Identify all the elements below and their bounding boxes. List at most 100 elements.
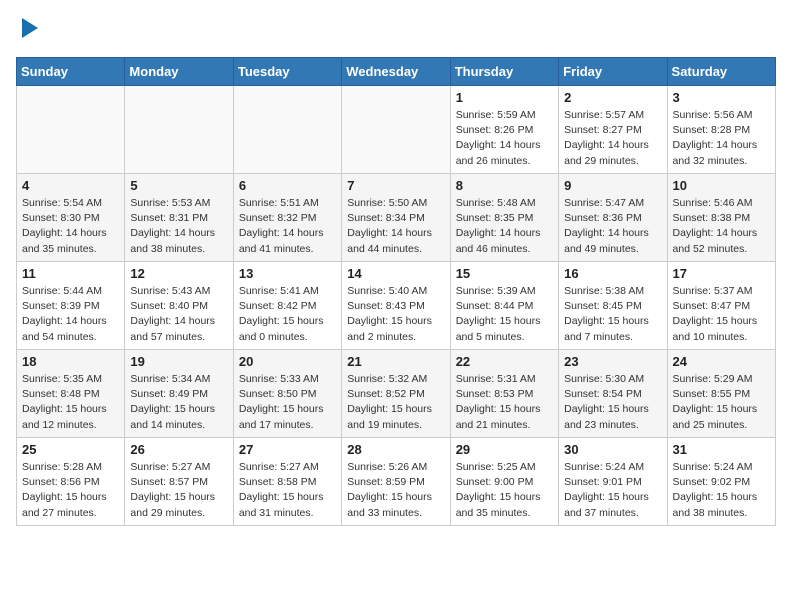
day-info: Sunrise: 5:43 AM Sunset: 8:40 PM Dayligh…: [130, 284, 227, 345]
calendar-table: SundayMondayTuesdayWednesdayThursdayFrid…: [16, 57, 776, 526]
day-cell: 4Sunrise: 5:54 AM Sunset: 8:30 PM Daylig…: [17, 174, 125, 262]
day-cell: 10Sunrise: 5:46 AM Sunset: 8:38 PM Dayli…: [667, 174, 775, 262]
day-cell: [233, 86, 341, 174]
day-number: 5: [130, 178, 227, 193]
day-number: 18: [22, 354, 119, 369]
day-cell: 17 Sunrise: 5:37 AM Sunset: 8:47 PM Dayli…: [667, 262, 775, 350]
day-cell: [125, 86, 233, 174]
day-info: Sunrise: 5:51 AM Sunset: 8:32 PM Dayligh…: [239, 196, 336, 257]
day-cell: 19 Sunrise: 5:34 AM Sunset: 8:49 PM Dayli…: [125, 350, 233, 438]
day-number: 6: [239, 178, 336, 193]
day-cell: 7 Sunrise: 5:50 AM Sunset: 8:34 PM Daylig…: [342, 174, 450, 262]
day-number: 11: [22, 266, 119, 281]
day-info: Sunrise: 5:30 AM Sunset: 8:54 PM Dayligh…: [564, 372, 661, 433]
day-info: Sunrise: 5:27 AM Sunset: 8:58 PM Dayligh…: [239, 460, 336, 521]
week-row-3: 11 Sunrise: 5:44 AM Sunset: 8:39 PM Dayli…: [17, 262, 776, 350]
day-number: 9: [564, 178, 661, 193]
day-info: Sunrise: 5:44 AM Sunset: 8:39 PM Dayligh…: [22, 284, 119, 345]
day-number: 1: [456, 90, 553, 105]
day-cell: 21 Sunrise: 5:32 AM Sunset: 8:52 PM Dayli…: [342, 350, 450, 438]
day-info: Sunrise: 5:38 AM Sunset: 8:45 PM Dayligh…: [564, 284, 661, 345]
day-cell: 26 Sunrise: 5:27 AM Sunset: 8:57 PM Dayli…: [125, 438, 233, 526]
day-info: Sunrise: 5:25 AM Sunset: 9:00 PM Dayligh…: [456, 460, 553, 521]
day-cell: 3 Sunrise: 5:56 AM Sunset: 8:28 PM Daylig…: [667, 86, 775, 174]
logo: [16, 16, 42, 45]
day-info: Sunrise: 5:24 AM Sunset: 9:02 PM Dayligh…: [673, 460, 770, 521]
day-info: Sunrise: 5:53 AM Sunset: 8:31 PM Dayligh…: [130, 196, 227, 257]
day-cell: 25 Sunrise: 5:28 AM Sunset: 8:56 PM Dayli…: [17, 438, 125, 526]
day-info: Sunrise: 5:28 AM Sunset: 8:56 PM Dayligh…: [22, 460, 119, 521]
day-info: Sunrise: 5:33 AM Sunset: 8:50 PM Dayligh…: [239, 372, 336, 433]
day-number: 29: [456, 442, 553, 457]
day-info: Sunrise: 5:56 AM Sunset: 8:28 PM Dayligh…: [673, 108, 770, 169]
day-info: Sunrise: 5:50 AM Sunset: 8:34 PM Dayligh…: [347, 196, 444, 257]
day-number: 7: [347, 178, 444, 193]
page-header: [16, 16, 776, 45]
day-info: Sunrise: 5:29 AM Sunset: 8:55 PM Dayligh…: [673, 372, 770, 433]
day-cell: 28Sunrise: 5:26 AM Sunset: 8:59 PM Dayli…: [342, 438, 450, 526]
day-cell: [17, 86, 125, 174]
day-cell: 27 Sunrise: 5:27 AM Sunset: 8:58 PM Dayli…: [233, 438, 341, 526]
day-number: 23: [564, 354, 661, 369]
day-number: 27: [239, 442, 336, 457]
day-cell: 11 Sunrise: 5:44 AM Sunset: 8:39 PM Dayli…: [17, 262, 125, 350]
day-number: 16: [564, 266, 661, 281]
day-number: 25: [22, 442, 119, 457]
day-header-monday: Monday: [125, 58, 233, 86]
logo-flag-icon: [18, 16, 42, 40]
day-cell: 6 Sunrise: 5:51 AM Sunset: 8:32 PM Daylig…: [233, 174, 341, 262]
day-info: Sunrise: 5:59 AM Sunset: 8:26 PM Dayligh…: [456, 108, 553, 169]
day-info: Sunrise: 5:35 AM Sunset: 8:48 PM Dayligh…: [22, 372, 119, 433]
day-number: 31: [673, 442, 770, 457]
day-cell: 24 Sunrise: 5:29 AM Sunset: 8:55 PM Dayli…: [667, 350, 775, 438]
day-header-friday: Friday: [559, 58, 667, 86]
day-number: 30: [564, 442, 661, 457]
week-row-4: 18 Sunrise: 5:35 AM Sunset: 8:48 PM Dayli…: [17, 350, 776, 438]
day-info: Sunrise: 5:46 AM Sunset: 8:38 PM Dayligh…: [673, 196, 770, 257]
day-info: Sunrise: 5:31 AM Sunset: 8:53 PM Dayligh…: [456, 372, 553, 433]
day-number: 21: [347, 354, 444, 369]
day-number: 14: [347, 266, 444, 281]
day-number: 8: [456, 178, 553, 193]
day-number: 24: [673, 354, 770, 369]
day-cell: 31 Sunrise: 5:24 AM Sunset: 9:02 PM Dayli…: [667, 438, 775, 526]
day-cell: 5 Sunrise: 5:53 AM Sunset: 8:31 PM Daylig…: [125, 174, 233, 262]
day-cell: 2Sunrise: 5:57 AM Sunset: 8:27 PM Daylig…: [559, 86, 667, 174]
day-number: 20: [239, 354, 336, 369]
day-header-wednesday: Wednesday: [342, 58, 450, 86]
day-info: Sunrise: 5:47 AM Sunset: 8:36 PM Dayligh…: [564, 196, 661, 257]
day-info: Sunrise: 5:26 AM Sunset: 8:59 PM Dayligh…: [347, 460, 444, 521]
day-cell: 14 Sunrise: 5:40 AM Sunset: 8:43 PM Dayli…: [342, 262, 450, 350]
day-info: Sunrise: 5:37 AM Sunset: 8:47 PM Dayligh…: [673, 284, 770, 345]
week-row-5: 25 Sunrise: 5:28 AM Sunset: 8:56 PM Dayli…: [17, 438, 776, 526]
day-cell: 20 Sunrise: 5:33 AM Sunset: 8:50 PM Dayli…: [233, 350, 341, 438]
day-info: Sunrise: 5:24 AM Sunset: 9:01 PM Dayligh…: [564, 460, 661, 521]
day-number: 26: [130, 442, 227, 457]
day-number: 17: [673, 266, 770, 281]
day-cell: 1 Sunrise: 5:59 AM Sunset: 8:26 PM Daylig…: [450, 86, 558, 174]
day-header-thursday: Thursday: [450, 58, 558, 86]
day-info: Sunrise: 5:48 AM Sunset: 8:35 PM Dayligh…: [456, 196, 553, 257]
week-row-2: 4Sunrise: 5:54 AM Sunset: 8:30 PM Daylig…: [17, 174, 776, 262]
day-cell: [342, 86, 450, 174]
day-cell: 15Sunrise: 5:39 AM Sunset: 8:44 PM Dayli…: [450, 262, 558, 350]
day-info: Sunrise: 5:40 AM Sunset: 8:43 PM Dayligh…: [347, 284, 444, 345]
day-number: 4: [22, 178, 119, 193]
day-header-tuesday: Tuesday: [233, 58, 341, 86]
week-row-1: 1 Sunrise: 5:59 AM Sunset: 8:26 PM Daylig…: [17, 86, 776, 174]
day-number: 12: [130, 266, 227, 281]
day-cell: 23 Sunrise: 5:30 AM Sunset: 8:54 PM Dayli…: [559, 350, 667, 438]
day-number: 19: [130, 354, 227, 369]
day-cell: 30 Sunrise: 5:24 AM Sunset: 9:01 PM Dayli…: [559, 438, 667, 526]
day-header-sunday: Sunday: [17, 58, 125, 86]
day-cell: 13Sunrise: 5:41 AM Sunset: 8:42 PM Dayli…: [233, 262, 341, 350]
day-info: Sunrise: 5:41 AM Sunset: 8:42 PM Dayligh…: [239, 284, 336, 345]
day-info: Sunrise: 5:57 AM Sunset: 8:27 PM Dayligh…: [564, 108, 661, 169]
day-number: 15: [456, 266, 553, 281]
day-info: Sunrise: 5:27 AM Sunset: 8:57 PM Dayligh…: [130, 460, 227, 521]
day-cell: 16 Sunrise: 5:38 AM Sunset: 8:45 PM Dayli…: [559, 262, 667, 350]
day-info: Sunrise: 5:34 AM Sunset: 8:49 PM Dayligh…: [130, 372, 227, 433]
day-info: Sunrise: 5:32 AM Sunset: 8:52 PM Dayligh…: [347, 372, 444, 433]
day-cell: 12 Sunrise: 5:43 AM Sunset: 8:40 PM Dayli…: [125, 262, 233, 350]
day-number: 3: [673, 90, 770, 105]
